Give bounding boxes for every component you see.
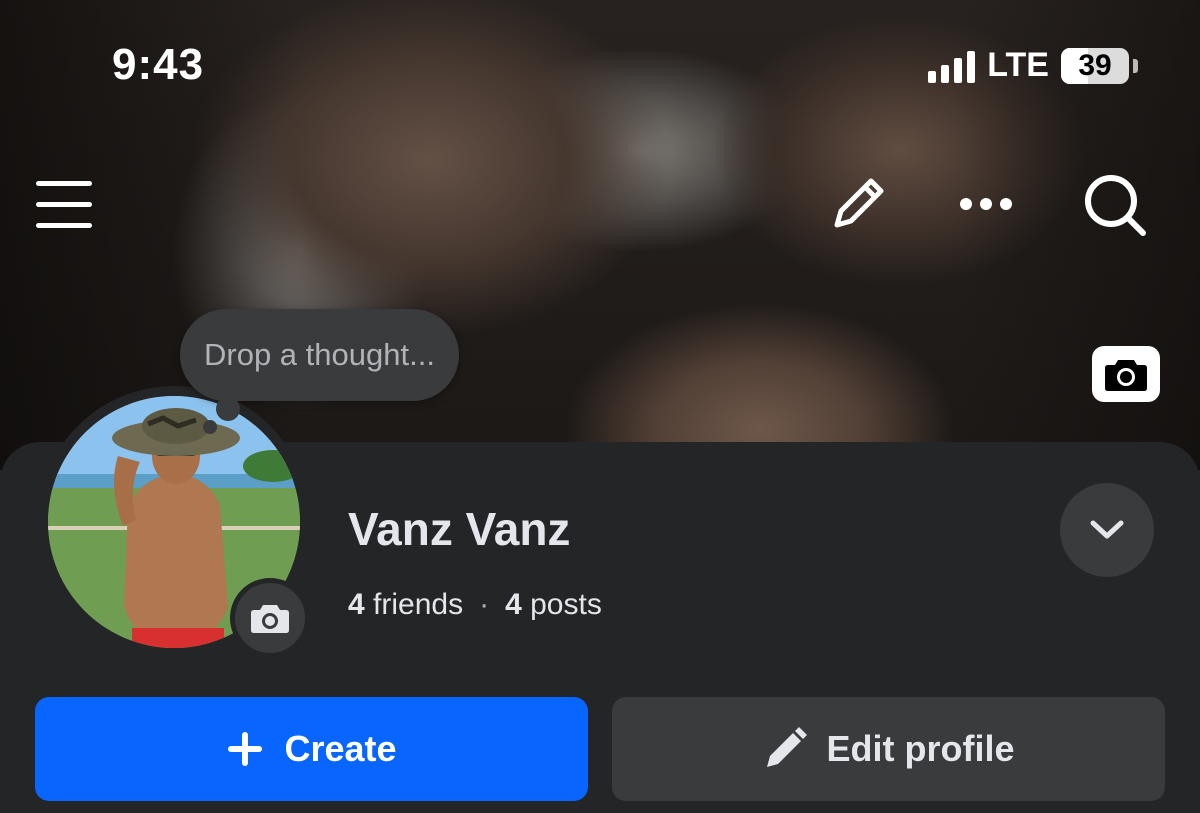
- battery-cap: [1133, 58, 1138, 73]
- edit-profile-button[interactable]: Edit profile: [612, 697, 1165, 801]
- more-dots-icon: [960, 198, 1012, 210]
- pencil-icon: [834, 178, 884, 228]
- cover-photo-camera-button[interactable]: [1092, 346, 1160, 402]
- edit-profile-label: Edit profile: [826, 728, 1015, 769]
- profile-switcher-button[interactable]: [1060, 483, 1154, 577]
- posts-link[interactable]: 4 posts: [505, 588, 602, 622]
- create-label: Create: [284, 728, 397, 769]
- edit-button[interactable]: [822, 168, 894, 240]
- thought-bubble[interactable]: Drop a thought...: [180, 309, 459, 401]
- stats-separator: ·: [479, 588, 490, 621]
- status-indicators: LTE 39: [928, 46, 1138, 85]
- thought-bubble-tail-small: [203, 420, 217, 434]
- posts-label: posts: [530, 588, 602, 621]
- chevron-down-icon: [1090, 520, 1124, 539]
- battery-level: 39: [1078, 48, 1112, 82]
- thought-placeholder: Drop a thought...: [204, 337, 435, 372]
- friends-label: friends: [373, 588, 464, 621]
- hamburger-menu-icon: [36, 181, 92, 228]
- thought-bubble-tail: [216, 397, 240, 421]
- profile-stats: 4 friends · 4 posts: [348, 588, 602, 622]
- menu-button[interactable]: [28, 168, 100, 240]
- friends-link[interactable]: 4 friends: [348, 588, 463, 622]
- friends-count: 4: [348, 588, 365, 621]
- pencil-icon: [766, 727, 807, 767]
- plus-icon: [228, 732, 263, 766]
- create-button[interactable]: Create: [35, 697, 588, 801]
- camera-icon: [1105, 360, 1147, 391]
- profile-name: Vanz Vanz: [348, 503, 571, 555]
- search-icon: [1085, 175, 1146, 236]
- posts-count: 4: [505, 588, 522, 621]
- profile-screen: 9:43 LTE 39 Drop a thought... Vanz Vanz …: [0, 0, 1200, 813]
- cellular-signal-icon: [928, 49, 976, 83]
- camera-icon: [251, 605, 289, 633]
- battery-icon: 39: [1061, 47, 1129, 84]
- status-time: 9:43: [112, 40, 205, 89]
- profile-picture-camera-button[interactable]: [230, 578, 310, 658]
- network-type: LTE: [987, 46, 1049, 84]
- more-options-button[interactable]: [950, 168, 1022, 240]
- search-button[interactable]: [1075, 165, 1155, 245]
